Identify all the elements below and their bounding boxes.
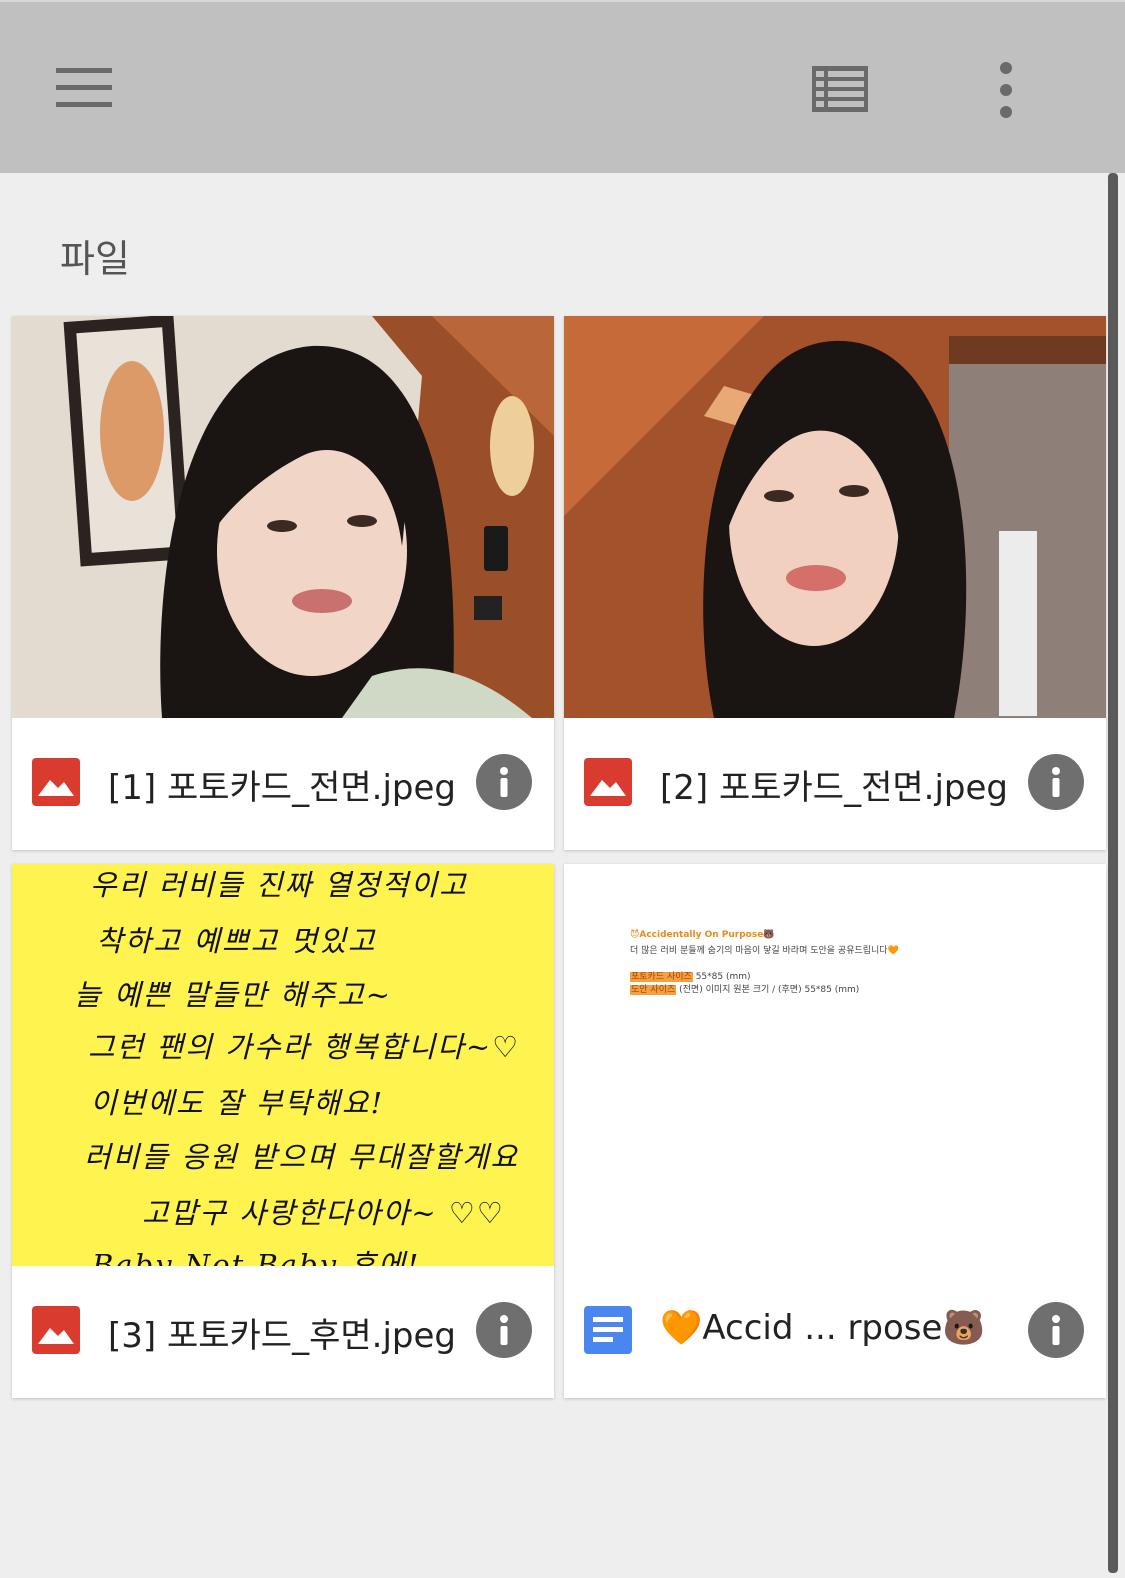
file-card[interactable]: [2] 포토카드_전면.jpeg (564, 316, 1106, 850)
file-caption: [1] 포토카드_전면.jpeg (12, 718, 554, 850)
note-line: 러비들 응원 받으며 무대잘할게요 (84, 1140, 520, 1174)
handwritten-note-image: 우리 러비들 진짜 열정적이고 착하고 예쁘고 멋있고 늘 예쁜 말들만 해주고… (12, 864, 554, 1266)
note-line: 고맙구 사랑한다아아~ ♡♡ (142, 1196, 505, 1230)
doc-design-line: 도안 사이즈 (전면) 이미지 원본 크기 / (후면) 55*85 (mm) (630, 982, 859, 995)
image-thumbnail[interactable]: 우리 러비들 진짜 열정적이고 착하고 예쁘고 멋있고 늘 예쁜 말들만 해주고… (12, 864, 554, 1266)
file-caption: [2] 포토카드_전면.jpeg (564, 718, 1106, 850)
document-file-icon (584, 1306, 632, 1354)
note-line: 그런 팬의 가수라 행복합니다~♡ (88, 1030, 521, 1064)
file-name: [2] 포토카드_전면.jpeg (660, 768, 1008, 808)
list-view-icon[interactable] (812, 66, 868, 112)
note-line: Baby Not Baby 후에! (92, 1248, 421, 1266)
note-line: 착하고 예쁘고 멋있고 (96, 924, 377, 958)
image-thumbnail[interactable] (564, 316, 1106, 718)
document-preview: 😈Accidentally On Purpose🐻 더 많은 러비 분들께 숨기… (564, 864, 1106, 1266)
doc-design-value: (전면) 이미지 원본 크기 / (후면) 55*85 (mm) (679, 985, 860, 995)
doc-size-value: 55*85 (mm) (695, 972, 751, 982)
image-file-icon (32, 1306, 80, 1354)
doc-size-label: 포토카드 사이즈 (630, 972, 693, 982)
more-vertical-icon[interactable] (994, 62, 1018, 118)
section-title: 파일 (60, 237, 130, 281)
note-line: 늘 예쁜 말들만 해주고~ (74, 978, 393, 1012)
note-line: 우리 러비들 진짜 열정적이고 (90, 868, 468, 902)
file-name: [3] 포토카드_후면.jpeg (108, 1316, 456, 1356)
scrollbar[interactable] (1108, 173, 1118, 1573)
image-file-icon (584, 758, 632, 806)
file-name: 🧡Accid ... rpose🐻 (660, 1308, 985, 1348)
document-thumbnail[interactable]: 😈Accidentally On Purpose🐻 더 많은 러비 분들께 숨기… (564, 864, 1106, 1266)
doc-design-label: 도안 사이즈 (630, 985, 677, 995)
doc-title: 😈Accidentally On Purpose🐻 (630, 930, 775, 940)
file-card[interactable]: [1] 포토카드_전면.jpeg (12, 316, 554, 850)
info-icon[interactable] (476, 754, 532, 810)
image-file-icon (32, 758, 80, 806)
hamburger-menu-icon[interactable] (56, 68, 112, 108)
file-name: [1] 포토카드_전면.jpeg (108, 768, 456, 808)
file-card[interactable]: 우리 러비들 진짜 열정적이고 착하고 예쁘고 멋있고 늘 예쁜 말들만 해주고… (12, 864, 554, 1398)
file-caption: 🧡Accid ... rpose🐻 (564, 1266, 1106, 1398)
note-line: 이번에도 잘 부탁해요! (90, 1086, 385, 1120)
doc-size-line: 포토카드 사이즈 55*85 (mm) (630, 969, 751, 982)
top-toolbar (0, 0, 1125, 173)
info-icon[interactable] (1028, 1302, 1084, 1358)
info-icon[interactable] (476, 1302, 532, 1358)
image-thumbnail[interactable] (12, 316, 554, 718)
doc-text-line: 더 많은 러비 분들께 숨기의 마음이 닿길 바라며 도안을 공유드립니다🧡 (630, 946, 899, 956)
file-caption: [3] 포토카드_후면.jpeg (12, 1266, 554, 1398)
info-icon[interactable] (1028, 754, 1084, 810)
file-card[interactable]: 😈Accidentally On Purpose🐻 더 많은 러비 분들께 숨기… (564, 864, 1106, 1398)
